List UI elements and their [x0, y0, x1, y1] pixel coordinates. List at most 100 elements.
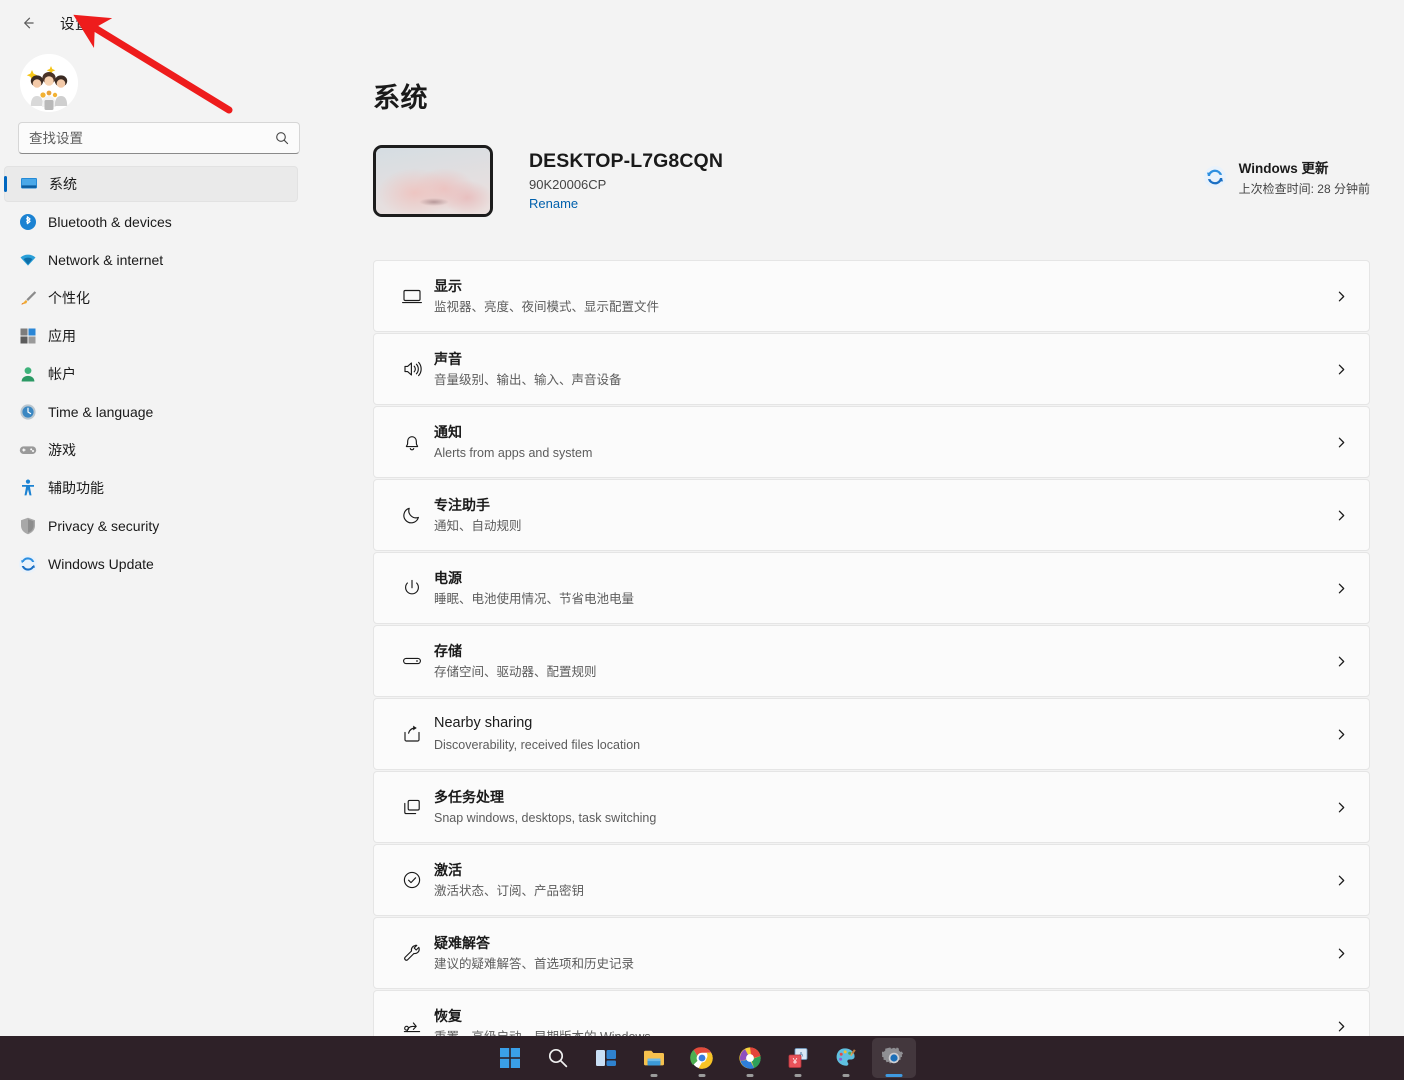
notification-bell-icon — [390, 431, 434, 453]
personalization-brush-icon — [18, 288, 38, 308]
paint-button[interactable] — [824, 1038, 868, 1078]
chrome-button[interactable] — [680, 1038, 724, 1078]
settings-row-title: 多任务处理 — [434, 788, 1331, 807]
settings-row[interactable]: 声音音量级别、输出、输入、声音设备 — [373, 333, 1370, 405]
settings-row[interactable]: 专注助手通知、自动规则 — [373, 479, 1370, 551]
settings-row[interactable]: 通知 Alerts from apps and system — [373, 406, 1370, 478]
taskbar: A ¥ — [0, 1036, 1404, 1080]
settings-row-subtitle: 音量级别、输出、输入、声音设备 — [434, 372, 1331, 389]
settings-row-title: 专注助手 — [434, 496, 1331, 515]
wallpaper-preview — [376, 148, 490, 214]
shield-icon — [18, 516, 38, 536]
search-icon — [275, 131, 289, 145]
sidebar-item-5[interactable]: 帐户 — [4, 356, 298, 392]
clock-icon — [18, 402, 38, 422]
chrome-beta-button[interactable] — [728, 1038, 772, 1078]
settings-row[interactable]: 显示监视器、亮度、夜间模式、显示配置文件 — [373, 260, 1370, 332]
settings-row-title: 声音 — [434, 350, 1331, 369]
title-bar: 设置 — [0, 0, 320, 46]
back-button[interactable] — [12, 7, 44, 39]
device-meta: DESKTOP-L7G8CQN 90K20006CP Rename — [529, 150, 723, 213]
rename-link[interactable]: Rename — [529, 196, 578, 211]
sidebar-item-label: Privacy & security — [48, 518, 159, 534]
sidebar-nav: 系统 Bluetooth & devicesNetwork & internet个… — [0, 166, 320, 582]
settings-row-text: 存储存储空间、驱动器、配置规则 — [434, 642, 1331, 681]
settings-row-subtitle: 通知、自动规则 — [434, 518, 1331, 535]
file-explorer-button[interactable] — [632, 1038, 676, 1078]
device-header: DESKTOP-L7G8CQN 90K20006CP Rename Window… — [373, 145, 1404, 217]
settings-row[interactable]: 激活激活状态、订阅、产品密钥 — [373, 844, 1370, 916]
back-arrow-icon — [20, 15, 36, 31]
gaming-controller-icon — [18, 440, 38, 460]
sidebar-item-0[interactable]: 系统 — [4, 166, 298, 202]
settings-window: 设置 — [0, 0, 1404, 1080]
settings-row-title: 通知 — [434, 423, 1331, 442]
sidebar-item-label: 应用 — [48, 326, 76, 346]
settings-row-text: 多任务处理Snap windows, desktops, task switch… — [434, 788, 1331, 827]
settings-row-text: 激活激活状态、订阅、产品密钥 — [434, 861, 1331, 900]
settings-row-title: 显示 — [434, 277, 1331, 296]
power-icon — [390, 577, 434, 599]
search-button[interactable] — [536, 1038, 580, 1078]
chevron-right-icon — [1331, 582, 1351, 595]
settings-row-subtitle: 睡眠、电池使用情况、节省电池电量 — [434, 591, 1331, 608]
device-name: DESKTOP-L7G8CQN — [529, 150, 723, 173]
focus-moon-icon — [390, 504, 434, 526]
sidebar-item-4[interactable]: 应用 — [4, 318, 298, 354]
folder-icon — [642, 1046, 666, 1070]
settings-row-title: 存储 — [434, 642, 1331, 661]
running-indicator — [747, 1074, 754, 1077]
settings-row-subtitle: Discoverability, received files location — [434, 737, 1331, 754]
settings-button[interactable] — [872, 1038, 916, 1078]
dictionary-app-button[interactable]: A ¥ — [776, 1038, 820, 1078]
sidebar-item-10[interactable]: Windows Update — [4, 546, 298, 582]
accounts-person-icon — [18, 364, 38, 384]
settings-row[interactable]: 存储存储空间、驱动器、配置规则 — [373, 625, 1370, 697]
settings-row[interactable]: 疑难解答建议的疑难解答、首选项和历史记录 — [373, 917, 1370, 989]
running-indicator — [886, 1074, 903, 1077]
sidebar-item-8[interactable]: 辅助功能 — [4, 470, 298, 506]
running-indicator — [651, 1074, 658, 1077]
avatar[interactable] — [20, 54, 78, 112]
settings-row-subtitle: Alerts from apps and system — [434, 445, 1331, 462]
settings-row[interactable]: 恢复重置、高级启动、早期版本的 Windows — [373, 990, 1370, 1036]
update-status-title: Windows 更新 — [1239, 157, 1370, 177]
task-view-icon — [594, 1046, 618, 1070]
running-indicator — [843, 1074, 850, 1077]
svg-text:¥: ¥ — [792, 1057, 798, 1066]
chevron-right-icon — [1331, 363, 1351, 376]
settings-row-text: 显示监视器、亮度、夜间模式、显示配置文件 — [434, 277, 1331, 316]
settings-row-title: 恢复 — [434, 1007, 1331, 1026]
settings-row-text: 恢复重置、高级启动、早期版本的 Windows — [434, 1007, 1331, 1036]
search-box[interactable] — [18, 122, 300, 154]
sidebar-item-3[interactable]: 个性化 — [4, 280, 298, 316]
avatar-container[interactable] — [0, 46, 320, 122]
windows-update-status[interactable]: Windows 更新 上次检查时间: 28 分钟前 — [1203, 157, 1370, 197]
task-view-button[interactable] — [584, 1038, 628, 1078]
sidebar-item-2[interactable]: Network & internet — [4, 242, 298, 278]
bluetooth-icon — [18, 212, 38, 232]
settings-row-subtitle: 重置、高级启动、早期版本的 Windows — [434, 1029, 1331, 1037]
settings-row[interactable]: 多任务处理Snap windows, desktops, task switch… — [373, 771, 1370, 843]
settings-row-text: 声音音量级别、输出、输入、声音设备 — [434, 350, 1331, 389]
sidebar-item-7[interactable]: 游戏 — [4, 432, 298, 468]
sidebar-item-9[interactable]: Privacy & security — [4, 508, 298, 544]
sidebar-item-label: 帐户 — [48, 364, 76, 384]
sidebar-item-label: 系统 — [49, 174, 77, 194]
system-monitor-icon — [19, 174, 39, 194]
chevron-right-icon — [1331, 655, 1351, 668]
search-input[interactable] — [29, 131, 289, 146]
settings-row-text: 专注助手通知、自动规则 — [434, 496, 1331, 535]
settings-row-title: Nearby sharing — [434, 714, 1331, 734]
multitasking-icon — [390, 796, 434, 818]
chevron-right-icon — [1331, 509, 1351, 522]
settings-row[interactable]: 电源睡眠、电池使用情况、节省电池电量 — [373, 552, 1370, 624]
sidebar-item-1[interactable]: Bluetooth & devices — [4, 204, 298, 240]
start-button[interactable] — [488, 1038, 532, 1078]
settings-list: 显示监视器、亮度、夜间模式、显示配置文件声音音量级别、输出、输入、声音设备通知 A… — [373, 260, 1370, 1036]
settings-row[interactable]: Nearby sharing Discoverability, received … — [373, 698, 1370, 770]
update-status-subtitle: 上次检查时间: 28 分钟前 — [1239, 180, 1370, 197]
page-title: 系统 — [373, 76, 1404, 115]
sidebar-item-6[interactable]: Time & language — [4, 394, 298, 430]
activation-check-icon — [390, 869, 434, 891]
